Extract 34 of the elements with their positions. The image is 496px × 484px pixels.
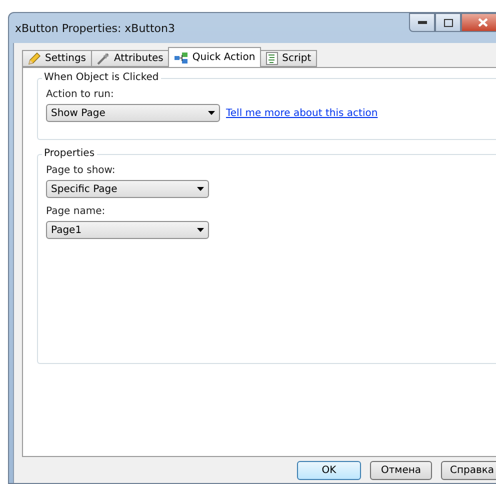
caret-icon	[197, 187, 204, 191]
wand-icon	[97, 52, 110, 65]
field-label: Page to show:	[46, 165, 116, 176]
tab-label: Settings	[45, 53, 86, 64]
maximize-button[interactable]	[435, 13, 461, 32]
field-label: Action to run:	[46, 89, 115, 100]
tab[interactable]: Attributes	[91, 50, 170, 67]
page-dropdown[interactable]: Specific Page	[46, 180, 209, 198]
group-title: Properties	[42, 148, 97, 159]
help-link[interactable]: Tell me more about this action	[226, 108, 378, 118]
close-icon	[478, 18, 488, 27]
blocks-icon	[174, 52, 188, 64]
close-button[interactable]	[461, 13, 496, 32]
tab-label: Attributes	[114, 53, 164, 64]
window-title: xButton Properties: xButton3	[15, 22, 175, 34]
maximize-icon	[444, 18, 452, 26]
minimize-icon	[418, 21, 426, 24]
dialog-button[interactable]: Отмена	[370, 461, 432, 480]
script-icon	[266, 52, 278, 65]
page-dropdown[interactable]: Page1	[46, 221, 209, 239]
caret-icon	[208, 111, 215, 115]
tab-label: Quick Action	[192, 52, 256, 63]
dialog-button[interactable]: Справка	[441, 461, 496, 480]
tab[interactable]: Settings	[22, 50, 92, 67]
tab[interactable]: Script	[260, 50, 318, 67]
caret-icon	[197, 228, 204, 232]
tab[interactable]: Quick Action	[168, 47, 262, 67]
minimize-button[interactable]	[409, 13, 435, 32]
field-label: Page name:	[46, 206, 106, 217]
group-title: When Object is Clicked	[42, 72, 161, 83]
action-dropdown[interactable]: Show Page	[46, 104, 220, 122]
dialog-button[interactable]: OK	[297, 461, 361, 480]
pencil-icon	[28, 52, 41, 65]
tab-label: Script	[282, 53, 312, 64]
